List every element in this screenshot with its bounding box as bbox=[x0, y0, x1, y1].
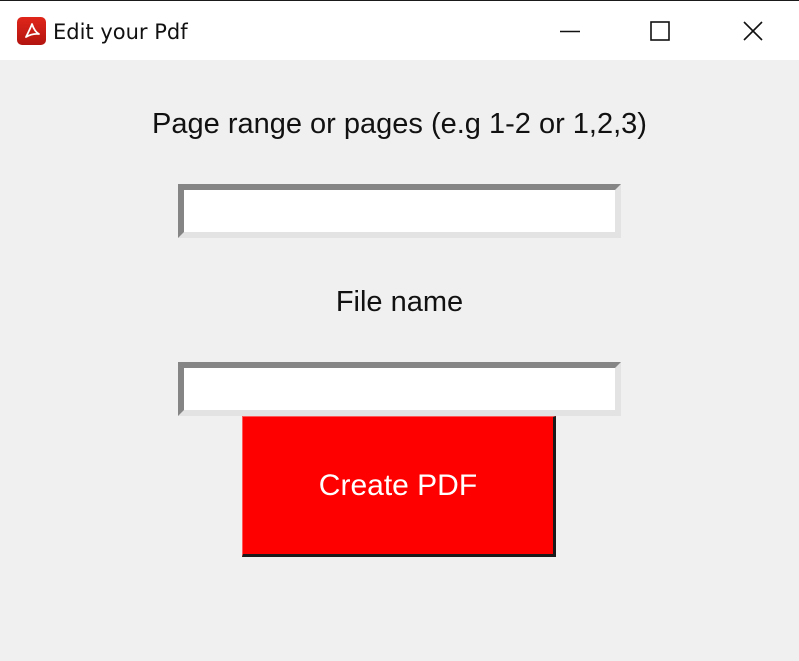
create-pdf-button[interactable]: Create PDF bbox=[242, 416, 556, 557]
form-panel: Page range or pages (e.g 1-2 or 1,2,3) F… bbox=[0, 60, 799, 661]
page-range-input[interactable] bbox=[178, 184, 621, 238]
pdf-icon[interactable] bbox=[17, 17, 46, 45]
minimize-button[interactable] bbox=[524, 1, 616, 60]
create-pdf-button-label: Create PDF bbox=[318, 468, 478, 502]
file-name-input[interactable] bbox=[178, 362, 621, 416]
window-title: Edit your Pdf bbox=[53, 20, 188, 44]
close-icon bbox=[743, 20, 763, 41]
page-range-label: Page range or pages (e.g 1-2 or 1,2,3) bbox=[152, 108, 647, 140]
maximize-icon bbox=[650, 20, 670, 41]
maximize-button[interactable] bbox=[614, 1, 706, 60]
file-name-label: File name bbox=[335, 286, 464, 318]
close-button[interactable] bbox=[707, 1, 799, 60]
title-bar[interactable]: Edit your Pdf bbox=[0, 0, 799, 60]
minimize-icon bbox=[560, 30, 580, 32]
